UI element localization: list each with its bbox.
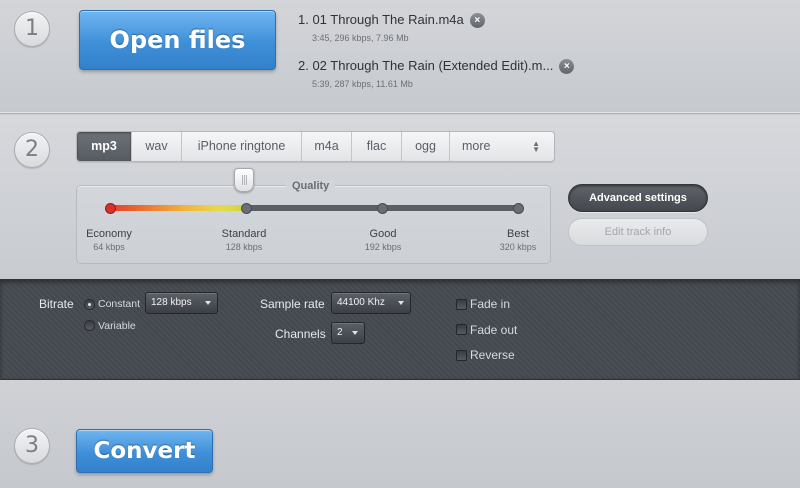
fade-in-label: Fade in — [470, 297, 511, 311]
chevron-down-icon — [398, 301, 404, 305]
tab-more-label: more — [462, 139, 491, 153]
step-number-1: 1 — [14, 11, 50, 47]
file-title: 2. 02 Through The Rain (Extended Edit).m… — [298, 58, 554, 73]
up-down-arrows-icon: ▲ ▼ — [532, 139, 540, 154]
chevron-down-icon — [205, 301, 211, 305]
quality-kbps: 64 kbps — [93, 242, 125, 252]
grip-line — [246, 175, 247, 185]
advanced-settings-button[interactable]: Advanced settings — [568, 184, 708, 212]
channels-label: Channels — [275, 327, 326, 341]
fade-in-checkbox[interactable] — [456, 299, 467, 310]
tab-m4a[interactable]: m4a — [302, 132, 352, 161]
file-meta: 3:45, 296 kbps, 7.96 Mb — [312, 33, 409, 43]
file-item-2: 2. 02 Through The Rain (Extended Edit).m… — [298, 58, 575, 89]
file-meta: 5:39, 287 kbps, 11.61 Mb — [312, 79, 413, 89]
quality-slider-box — [76, 185, 551, 264]
quality-name: Economy — [86, 228, 132, 240]
quality-label-good: Good 192 kbps — [333, 228, 433, 252]
tab-wav[interactable]: wav — [132, 132, 182, 161]
tab-flac[interactable]: flac — [352, 132, 402, 161]
quality-kbps: 192 kbps — [364, 242, 402, 252]
bitrate-constant-radio[interactable] — [84, 299, 95, 310]
quality-label-best: Best 320 kbps — [468, 228, 568, 252]
tab-ogg[interactable]: ogg — [402, 132, 450, 161]
bitrate-constant-label: Constant — [98, 298, 141, 310]
quality-stop-standard[interactable] — [241, 203, 252, 214]
channels-select[interactable]: 2 — [331, 322, 365, 344]
quality-kbps: 320 kbps — [499, 242, 537, 252]
remove-file-icon[interactable]: × — [469, 13, 485, 28]
quality-track-fill — [109, 205, 246, 211]
chevron-down-icon — [352, 331, 358, 335]
edit-track-info-button[interactable]: Edit track info — [568, 218, 708, 246]
format-tabs: mp3 wav iPhone ringtone m4a flac ogg mor… — [76, 131, 555, 162]
quality-title: Quality — [286, 180, 336, 192]
quality-stop-good[interactable] — [377, 203, 388, 214]
fade-out-label: Fade out — [470, 323, 518, 337]
bitrate-variable-radio[interactable] — [84, 320, 95, 331]
open-files-button[interactable]: Open files — [79, 10, 276, 70]
fade-out-checkbox[interactable] — [456, 324, 467, 335]
bitrate-value: 128 kbps — [151, 297, 192, 308]
reverse-checkbox[interactable] — [456, 350, 467, 361]
channels-value: 2 — [337, 327, 343, 338]
tab-mp3[interactable]: mp3 — [77, 132, 132, 161]
grip-line — [244, 175, 245, 185]
sample-rate-label: Sample rate — [260, 297, 325, 311]
tab-more[interactable]: more ▲ ▼ — [450, 132, 554, 161]
reverse-label: Reverse — [470, 348, 515, 362]
sample-rate-value: 44100 Khz — [337, 297, 385, 308]
quality-stop-best[interactable] — [513, 203, 524, 214]
quality-slider-handle[interactable] — [234, 168, 254, 192]
bitrate-variable-label: Variable — [98, 320, 136, 332]
quality-name: Good — [369, 228, 397, 240]
file-item-1: 1. 01 Through The Rain.m4a × 3:45, 296 kb… — [298, 12, 485, 43]
quality-label-standard: Standard 128 kbps — [194, 228, 294, 252]
quality-stop-economy[interactable] — [105, 203, 116, 214]
quality-name: Standard — [221, 228, 267, 240]
grip-line — [242, 175, 243, 185]
quality-kbps: 128 kbps — [225, 242, 263, 252]
file-title: 1. 01 Through The Rain.m4a — [298, 12, 464, 27]
sample-rate-select[interactable]: 44100 Khz — [331, 292, 411, 314]
quality-label-economy: Economy 64 kbps — [59, 228, 159, 252]
quality-name: Best — [506, 228, 529, 240]
tab-iphone-ringtone[interactable]: iPhone ringtone — [182, 132, 302, 161]
step-number-3: 3 — [14, 428, 50, 464]
step-number-2: 2 — [14, 132, 50, 168]
bitrate-select[interactable]: 128 kbps — [145, 292, 218, 314]
convert-button[interactable]: Convert — [76, 429, 213, 473]
remove-file-icon[interactable]: × — [559, 59, 575, 74]
bitrate-label: Bitrate — [39, 297, 74, 311]
quality-track[interactable] — [109, 205, 519, 211]
